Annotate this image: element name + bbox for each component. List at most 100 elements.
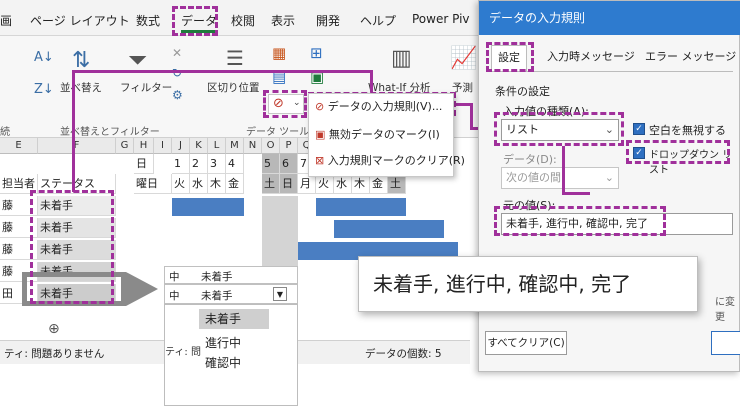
connector-line [562, 146, 565, 194]
clear-all-button[interactable]: すべてクリア(C) [485, 331, 567, 355]
status-text-partial: ティ: 問 [165, 347, 201, 358]
advanced-filter-icon[interactable]: ⚙ [172, 88, 183, 102]
highlight-allow-select [494, 112, 624, 146]
cell[interactable]: 6 [280, 154, 298, 174]
reapply-icon[interactable]: ↻ [172, 66, 182, 80]
tab-help[interactable]: ヘルプ [360, 12, 396, 29]
menu-item-label: 入力規則マークのクリア(R) [327, 154, 465, 167]
cell[interactable]: 水 [334, 174, 352, 194]
cell[interactable]: 水 [190, 174, 208, 194]
tab-formulas[interactable]: 数式 [136, 12, 160, 29]
data-select-value: 次の値の間 [506, 171, 561, 184]
clear-filter-icon[interactable]: ✕ [172, 46, 182, 60]
ribbon-tab-bar: 画 ページ レイアウト 数式 データ 校閲 表示 開発 ヘルプ Power Pi… [0, 0, 486, 36]
cell[interactable]: 月 [298, 174, 316, 194]
tab-error-alert[interactable]: エラー メッセージ [639, 45, 740, 71]
count-status: データの個数: 5 [365, 348, 442, 360]
circle-invalid-icon: ▣ [315, 128, 326, 141]
column-header[interactable]: L [208, 138, 226, 154]
cell[interactable]: 曜日 [134, 174, 172, 194]
tab-file-partial[interactable]: 画 [0, 12, 12, 29]
cell[interactable]: 中 [169, 288, 180, 303]
connector-line [470, 103, 473, 129]
inline-row-active: 中 未着手 ▼ [164, 284, 298, 304]
cell[interactable]: 木 [208, 174, 226, 194]
highlight-source-input [494, 206, 666, 236]
cell[interactable]: 3 [208, 154, 226, 174]
gantt-bar [334, 220, 444, 238]
forecast-icon[interactable]: 📈 [450, 46, 477, 71]
column-header[interactable]: G [116, 138, 134, 154]
sort-az-icon[interactable]: A↓ [34, 50, 54, 65]
connector-line [72, 70, 75, 192]
column-header[interactable]: H [134, 138, 154, 154]
highlight-settings-tab [486, 42, 534, 72]
sort-za-icon[interactable]: Z↓ [34, 82, 54, 97]
cell[interactable]: 火 [172, 174, 190, 194]
tab-input-message[interactable]: 入力時メッセージ [541, 45, 641, 71]
cell[interactable]: 未着手 [201, 269, 233, 284]
column-header[interactable]: O [262, 138, 280, 154]
highlight-dropdown-option [626, 140, 730, 164]
add-sheet-icon[interactable]: ⊕ [48, 321, 60, 337]
cell[interactable]: 土 [262, 174, 280, 194]
what-if-icon[interactable]: ▥ [391, 46, 412, 71]
menu-item-data-validation[interactable]: ⊘ データの入力規則(V)... [315, 96, 442, 118]
tab-developer[interactable]: 開発 [316, 12, 340, 29]
cell[interactable]: 木 [352, 174, 370, 194]
gantt-bar [316, 198, 406, 216]
tab-page-layout[interactable]: ページ レイアウト [30, 12, 130, 29]
data-select[interactable]: 次の値の間 ⌄ [501, 167, 619, 189]
cell[interactable]: 中 [169, 269, 180, 284]
menu-item-circle-invalid[interactable]: ▣ 無効データのマーク(I) [315, 124, 440, 146]
inline-dropdown-list: 未着手 進行中 確認中 ティ: 問 [164, 304, 298, 406]
consolidate-icon[interactable]: ⊞ [310, 44, 323, 62]
dialog-title: データの入力規則 [479, 1, 740, 35]
cell[interactable]: 金 [370, 174, 388, 194]
highlight-data-tab [172, 6, 218, 36]
column-header[interactable]: K [190, 138, 208, 154]
cell[interactable]: 未着手 [201, 288, 233, 303]
tab-power-pivot[interactable]: Power Piv [412, 12, 470, 26]
sort-button-label[interactable]: 並べ替え [60, 80, 102, 95]
column-header[interactable]: F [38, 138, 116, 154]
column-header[interactable]: P [280, 138, 298, 154]
ignore-blank-label: 空白を無視する [649, 124, 726, 137]
tab-review[interactable]: 校閲 [231, 12, 255, 29]
column-header[interactable]: N [244, 138, 262, 154]
data-validation-icon: ⊘ [315, 100, 325, 113]
cell[interactable]: 5 [262, 154, 280, 174]
column-header[interactable]: E [0, 138, 38, 154]
ok-button-partial[interactable] [711, 331, 740, 355]
cell[interactable]: 日 [280, 174, 298, 194]
cell[interactable]: 4 [226, 154, 244, 174]
list-item[interactable]: 未着手 [199, 309, 269, 329]
cell[interactable]: 土 [388, 174, 406, 194]
cell[interactable]: 2 [190, 154, 208, 174]
accessibility-status[interactable]: ティ: 問題ありません [4, 346, 104, 361]
cell[interactable]: 火 [316, 174, 334, 194]
arrow-right-icon [126, 272, 158, 306]
column-header[interactable]: I [154, 138, 172, 154]
cell[interactable]: 金 [226, 174, 244, 194]
cell[interactable]: 日 [134, 154, 154, 174]
data-validation-menu: ⊘ データの入力規則(V)... ▣ 無効データのマーク(I) ⊠ 入力規則マー… [308, 93, 465, 177]
filter-button-label[interactable]: フィルター [120, 80, 172, 95]
text-to-columns-label[interactable]: 区切り位置 [207, 80, 260, 95]
clear-circles-icon: ⊠ [315, 154, 325, 167]
left-group-label: 続 [0, 127, 10, 138]
menu-item-clear-circles[interactable]: ⊠ 入力規則マークのクリア(R) [315, 150, 465, 172]
list-item[interactable]: 進行中 [199, 333, 269, 353]
menu-item-label: 無効データのマーク(I) [328, 128, 440, 141]
text-to-columns-icon[interactable]: ☰ [226, 46, 244, 70]
dropdown-arrow-icon[interactable]: ▼ [273, 287, 287, 301]
flash-fill-icon[interactable]: ▦ [272, 44, 286, 62]
ignore-blank-checkbox[interactable]: ✓ [633, 123, 645, 135]
cell[interactable]: 1 [172, 154, 190, 174]
tab-view[interactable]: 表示 [271, 12, 295, 29]
column-header[interactable]: M [226, 138, 244, 154]
connector-line [72, 70, 372, 73]
data-tools-group-label: データ ツール [246, 127, 310, 138]
column-header[interactable]: J [172, 138, 190, 154]
list-item[interactable]: 確認中 [199, 353, 269, 373]
